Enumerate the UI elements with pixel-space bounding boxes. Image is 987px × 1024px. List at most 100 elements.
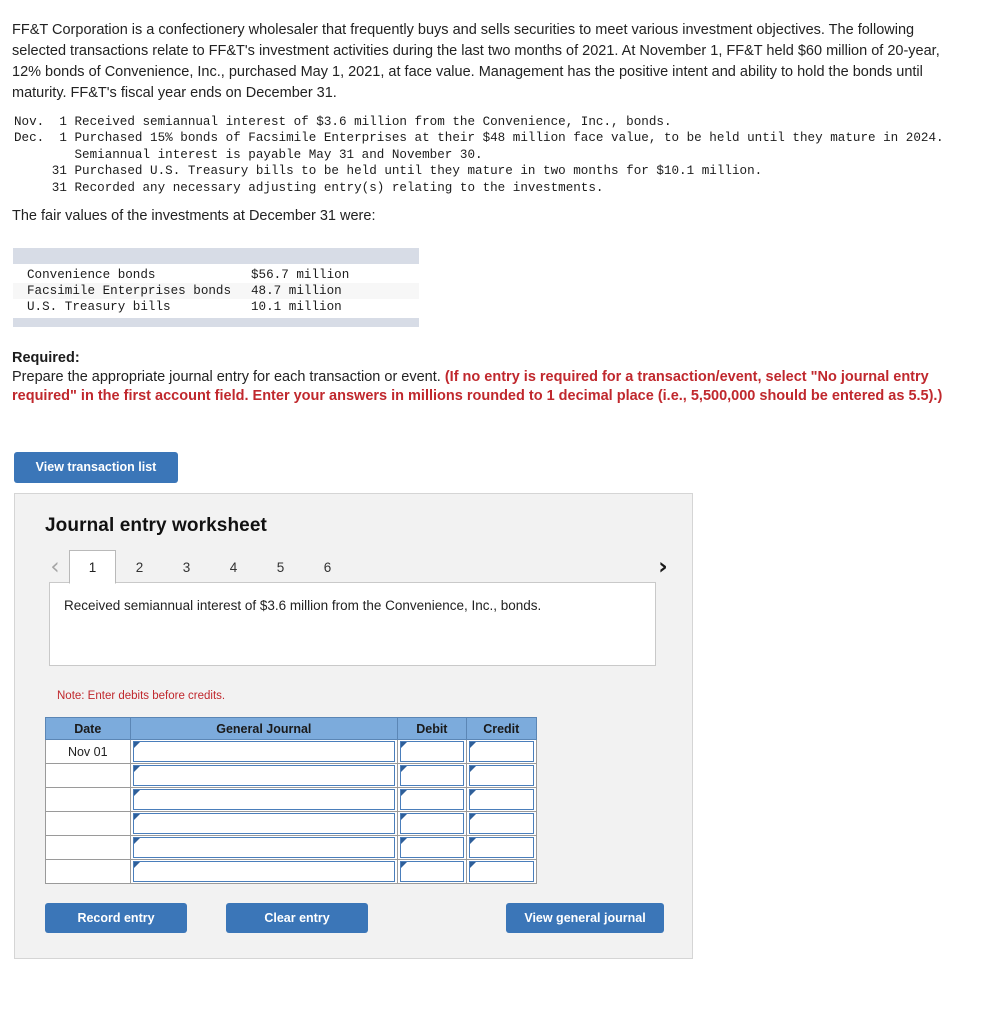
question-page: FF&T Corporation is a confectionery whol… <box>0 0 987 1024</box>
debit-cell <box>397 787 467 812</box>
general-journal-cell <box>129 787 399 812</box>
cell-wrapper <box>131 740 398 763</box>
table-row: U.S. Treasury bills 10.1 million <box>13 299 419 315</box>
credit-cell <box>465 787 538 812</box>
record-entry-button[interactable]: Record entry <box>45 903 187 933</box>
tab-entry-5[interactable]: 5 <box>257 550 304 584</box>
account-input[interactable] <box>132 741 396 762</box>
credit-cell <box>465 811 538 836</box>
credit-input[interactable] <box>468 765 534 786</box>
cell-wrapper <box>398 836 465 859</box>
account-input[interactable] <box>132 813 396 834</box>
credit-cell <box>465 859 538 884</box>
cell-wrapper <box>131 860 398 883</box>
cell-wrapper <box>467 836 536 859</box>
column-header-credit: Credit <box>465 717 538 740</box>
required-section: Required: Prepare the appropriate journa… <box>12 349 972 406</box>
debit-input[interactable] <box>400 813 464 834</box>
cell-wrapper <box>467 764 536 787</box>
account-input[interactable] <box>132 789 396 810</box>
cell-wrapper <box>398 788 465 811</box>
tab-entry-4[interactable]: 4 <box>210 550 257 584</box>
cell-wrapper <box>131 764 398 787</box>
credit-cell <box>465 835 538 860</box>
clear-entry-button[interactable]: Clear entry <box>226 903 368 933</box>
debit-cell <box>397 739 467 764</box>
debit-cell <box>397 763 467 788</box>
date-cell: Nov 01 <box>45 739 131 764</box>
cell-wrapper <box>398 740 465 763</box>
chevron-left-icon[interactable]: ‹ <box>41 550 69 584</box>
credit-input[interactable] <box>468 741 534 762</box>
cell-wrapper <box>131 836 398 859</box>
fair-value-name: Convenience bonds <box>27 268 156 282</box>
tab-entry-2[interactable]: 2 <box>116 550 163 584</box>
debits-before-credits-note: Note: Enter debits before credits. <box>57 690 226 702</box>
cell-wrapper <box>398 860 465 883</box>
cell-wrapper <box>467 860 536 883</box>
general-journal-cell <box>129 763 399 788</box>
debit-cell <box>397 859 467 884</box>
view-transaction-list-button[interactable]: View transaction list <box>14 452 178 483</box>
journal-entry-worksheet-panel: Journal entry worksheet ‹ 1 2 3 4 5 6 › … <box>14 493 693 959</box>
debit-cell <box>397 835 467 860</box>
table-row <box>45 811 538 836</box>
table-header-row: Date General Journal Debit Credit <box>45 717 538 740</box>
worksheet-tab-bar: ‹ 1 2 3 4 5 6 › <box>41 549 677 584</box>
date-cell <box>45 811 131 836</box>
fair-value-name: U.S. Treasury bills <box>27 300 171 314</box>
transaction-description-box: Received semiannual interest of $3.6 mil… <box>49 582 656 666</box>
column-header-general-journal: General Journal <box>129 717 399 740</box>
cell-wrapper <box>131 812 398 835</box>
date-cell <box>45 763 131 788</box>
credit-cell <box>465 763 538 788</box>
table-row <box>45 859 538 884</box>
debit-input[interactable] <box>400 837 464 858</box>
credit-cell <box>465 739 538 764</box>
date-cell <box>45 859 131 884</box>
debit-cell <box>397 811 467 836</box>
fair-values-lead-in: The fair values of the investments at De… <box>12 208 376 224</box>
table-row: Facsimile Enterprises bonds 48.7 million <box>13 283 419 299</box>
fair-value-amount: 10.1 million <box>251 300 342 314</box>
general-journal-cell <box>129 811 399 836</box>
credit-input[interactable] <box>468 813 534 834</box>
debit-input[interactable] <box>400 789 464 810</box>
worksheet-title: Journal entry worksheet <box>45 515 267 536</box>
account-input[interactable] <box>132 765 396 786</box>
cell-wrapper <box>467 740 536 763</box>
fair-values-table: Convenience bonds $56.7 million Facsimil… <box>13 248 419 327</box>
journal-entry-table: Date General Journal Debit Credit Nov 01 <box>45 717 538 884</box>
cell-wrapper <box>467 788 536 811</box>
table-row <box>45 787 538 812</box>
tab-entry-1[interactable]: 1 <box>69 550 116 584</box>
chevron-right-icon[interactable]: › <box>649 550 677 584</box>
account-input[interactable] <box>132 861 396 882</box>
cell-wrapper <box>398 812 465 835</box>
cell-wrapper <box>131 788 398 811</box>
general-journal-cell <box>129 859 399 884</box>
column-header-date: Date <box>45 717 131 740</box>
date-cell <box>45 787 131 812</box>
debit-input[interactable] <box>400 861 464 882</box>
debit-input[interactable] <box>400 741 464 762</box>
transaction-description-text: Received semiannual interest of $3.6 mil… <box>64 598 542 613</box>
debit-input[interactable] <box>400 765 464 786</box>
view-general-journal-button[interactable]: View general journal <box>506 903 664 933</box>
date-cell <box>45 835 131 860</box>
problem-intro-paragraph: FF&T Corporation is a confectionery whol… <box>12 22 940 101</box>
tab-entry-3[interactable]: 3 <box>163 550 210 584</box>
required-heading: Required: <box>12 350 80 366</box>
tab-entry-6[interactable]: 6 <box>304 550 351 584</box>
table-row: Convenience bonds $56.7 million <box>13 267 419 283</box>
table-row <box>45 835 538 860</box>
credit-input[interactable] <box>468 789 534 810</box>
credit-input[interactable] <box>468 861 534 882</box>
cell-wrapper <box>398 764 465 787</box>
required-instructions: Prepare the appropriate journal entry fo… <box>12 368 972 406</box>
fair-value-name: Facsimile Enterprises bonds <box>27 284 232 298</box>
fair-values-table-bottom-bar <box>13 318 419 327</box>
account-input[interactable] <box>132 837 396 858</box>
credit-input[interactable] <box>468 837 534 858</box>
table-row: Nov 01 <box>45 739 538 764</box>
